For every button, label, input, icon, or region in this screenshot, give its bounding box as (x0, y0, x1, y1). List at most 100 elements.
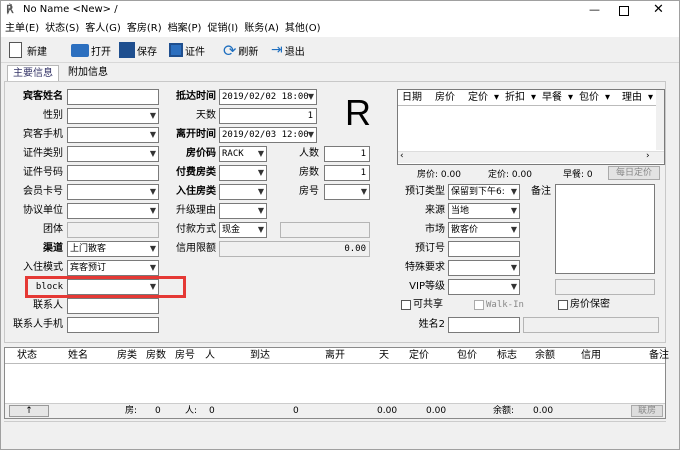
agreement-unit-select[interactable]: ▼ (67, 203, 159, 219)
rate-col-breakfast[interactable]: 早餐 (542, 90, 562, 106)
days-field[interactable]: 1 (219, 108, 317, 124)
save-button[interactable]: 保存 (119, 39, 157, 61)
guest-col-room-type[interactable]: 房类 (117, 348, 137, 364)
refresh-button-label: 刷新 (238, 46, 259, 58)
guest-col-leave[interactable]: 离开 (325, 348, 345, 364)
rate-col-date[interactable]: 日期 (402, 90, 422, 106)
channel-select[interactable]: 上门散客 ▼ (67, 241, 159, 257)
guest-col-days[interactable]: 天 (379, 348, 389, 364)
rooms-label: 房数 (299, 167, 319, 178)
id-number-field[interactable] (67, 165, 159, 181)
persons-field[interactable]: 1 (324, 146, 370, 162)
menu-profile[interactable]: 档案(P) (168, 21, 202, 37)
payment-method-select[interactable]: 现金 ▼ (219, 222, 267, 238)
rooms-field[interactable]: 1 (324, 165, 370, 181)
guest-name-label: 宾客姓名 (23, 91, 63, 102)
guest-col-remark[interactable]: 备注 (649, 348, 669, 364)
guest-col-rooms[interactable]: 房数 (146, 348, 166, 364)
guest-name-field[interactable] (67, 89, 159, 105)
source-value: 当地 (451, 206, 470, 216)
upgrade-reason-select[interactable]: ▼ (219, 203, 267, 219)
arrival-time-label: 抵达时间 (176, 91, 216, 102)
guest-col-balance[interactable]: 余额 (535, 348, 555, 364)
rate-col-discount[interactable]: 折扣 (505, 90, 525, 106)
open-button[interactable]: 打开 (71, 39, 111, 61)
link-room-button[interactable]: 联房 (631, 405, 663, 417)
guest-col-name[interactable]: 姓名 (68, 348, 88, 364)
market-select[interactable]: 散客价 ▼ (448, 222, 520, 238)
shareable-checkbox[interactable] (401, 300, 411, 310)
guest-col-price[interactable]: 定价 (409, 348, 429, 364)
daily-rate-button[interactable]: 每日定价 (608, 166, 660, 180)
menu-guest[interactable]: 客人(G) (85, 21, 121, 37)
contact-mobile-field[interactable] (67, 317, 159, 333)
source-label: 来源 (425, 205, 445, 216)
guest-col-credit[interactable]: 信用 (581, 348, 601, 364)
guest-col-room-no[interactable]: 房号 (175, 348, 195, 364)
checkin-room-type-select[interactable]: ▼ (219, 184, 267, 200)
source-select[interactable]: 当地 ▼ (448, 203, 520, 219)
checkin-mode-select[interactable]: 宾客预订 ▼ (67, 260, 159, 276)
guest-col-flag[interactable]: 标志 (497, 348, 517, 364)
certificate-button[interactable]: 证件 (169, 39, 205, 61)
rate-grid-hscroll[interactable]: ‹ › (398, 151, 664, 163)
menu-main[interactable]: 主单(E) (5, 21, 39, 37)
paid-room-type-label: 付费房类 (176, 167, 216, 178)
special-request-select[interactable]: ▼ (448, 260, 520, 276)
rate-col-price[interactable]: 房价 (435, 90, 455, 106)
booking-number-field[interactable] (448, 241, 520, 257)
contact-field[interactable] (67, 298, 159, 314)
tab-strip: 主要信息 附加信息 (1, 63, 679, 81)
room-number-select[interactable]: ▼ (324, 184, 370, 200)
chevron-down-icon: ▼ (149, 111, 156, 120)
rate-code-select[interactable]: RACK ▼ (219, 146, 267, 162)
guest-mobile-field[interactable]: ▼ (67, 127, 159, 143)
departure-time-picker[interactable]: 2019/02/03 12:00 ▼ (219, 127, 317, 143)
refresh-button[interactable]: ⟳ 刷新 (223, 39, 258, 61)
scroll-right-icon[interactable]: › (646, 151, 650, 161)
rate-grid-vscroll[interactable] (656, 90, 664, 150)
chevron-down-icon[interactable]: ▾ (648, 90, 653, 106)
guest-col-status[interactable]: 状态 (17, 348, 37, 364)
chevron-down-icon[interactable]: ▾ (605, 90, 610, 106)
maximize-icon[interactable] (619, 6, 629, 16)
menu-promo[interactable]: 促销(I) (207, 21, 238, 37)
rate-col-fixed[interactable]: 定价 (468, 90, 488, 106)
guest-col-persons[interactable]: 人 (205, 348, 215, 364)
block-select[interactable]: ▼ (67, 279, 159, 295)
menu-account[interactable]: 账务(A) (244, 21, 279, 37)
name2-field[interactable] (448, 317, 520, 333)
member-card-select[interactable]: ▼ (67, 184, 159, 200)
chevron-down-icon[interactable]: ▾ (494, 90, 499, 106)
gender-select[interactable]: ▼ (67, 108, 159, 124)
paid-room-type-select[interactable]: ▼ (219, 165, 267, 181)
guest-col-arrive[interactable]: 到达 (250, 348, 270, 364)
menu-other[interactable]: 其他(O) (285, 21, 321, 37)
rate-col-reason[interactable]: 理由 (622, 90, 642, 106)
guest-col-package[interactable]: 包价 (457, 348, 477, 364)
walkin-label: Walk-In (486, 300, 524, 310)
menu-status[interactable]: 状态(S) (45, 21, 79, 37)
new-button[interactable]: 新建 (9, 39, 47, 61)
credit-limit-label: 信用限额 (176, 243, 216, 254)
id-type-select[interactable]: ▼ (67, 146, 159, 162)
tab-main-info[interactable]: 主要信息 (7, 65, 59, 81)
vip-level-select[interactable]: ▼ (448, 279, 520, 295)
hide-rate-checkbox[interactable] (558, 300, 568, 310)
chevron-down-icon[interactable]: ▾ (531, 90, 536, 106)
arrival-time-value: 2019/02/02 18:00 (222, 92, 309, 102)
exit-button[interactable]: ⇥ 退出 (271, 39, 305, 61)
arrival-time-picker[interactable]: 2019/02/02 18:00 ▼ (219, 89, 317, 105)
remark-textarea[interactable] (555, 184, 655, 274)
tab-extra-info[interactable]: 附加信息 (63, 65, 113, 81)
close-icon[interactable]: ✕ (653, 2, 664, 17)
rate-col-package[interactable]: 包价 (579, 90, 599, 106)
booking-type-select[interactable]: 保留到下午6: ▼ (448, 184, 520, 200)
minimize-icon[interactable]: — (589, 3, 600, 16)
days-total-value: 0 (293, 406, 299, 416)
chevron-down-icon[interactable]: ▾ (568, 90, 573, 106)
row-up-button[interactable]: ↑ (9, 405, 49, 417)
gender-label: 性别 (43, 110, 63, 121)
menu-room[interactable]: 客房(R) (127, 21, 162, 37)
scroll-left-icon[interactable]: ‹ (400, 151, 404, 161)
